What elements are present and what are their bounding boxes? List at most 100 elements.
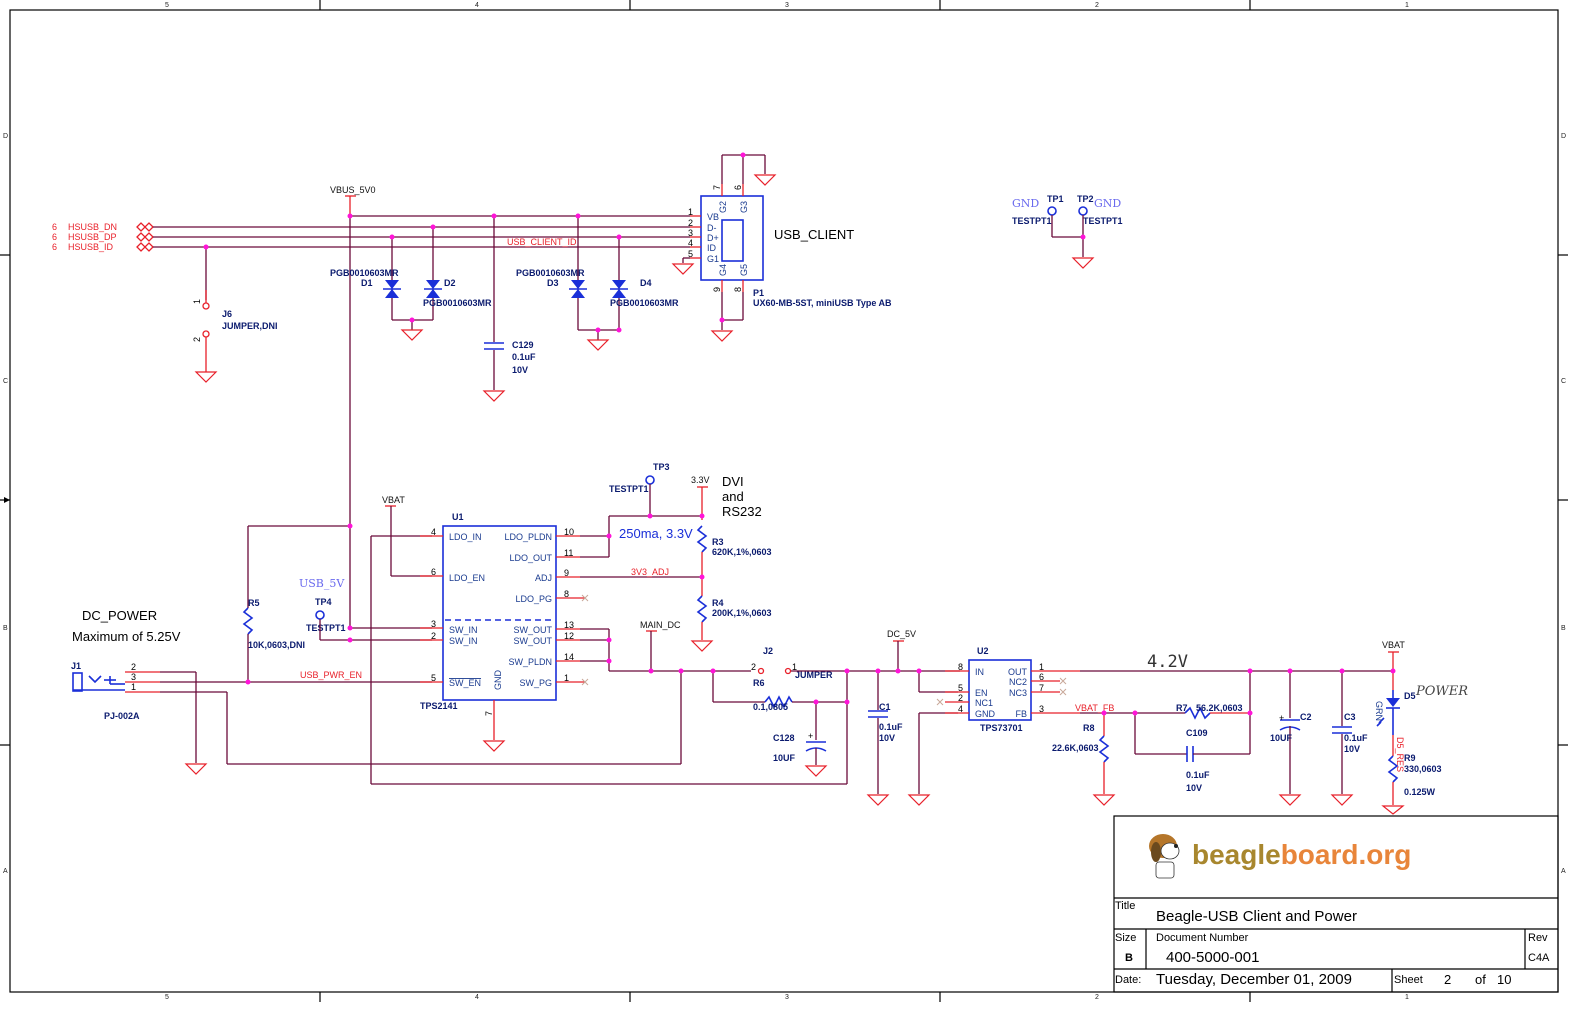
pin-name: GND <box>975 709 996 719</box>
testpoint-tp3-icon[interactable] <box>645 475 655 485</box>
no-connect-icon <box>936 698 944 706</box>
ground-icon <box>586 339 610 351</box>
c1-value: 0.1uF <box>879 722 903 732</box>
net-label-usb-pwr-en[interactable]: USB_PWR_EN <box>300 670 362 680</box>
testpoint-tp2-icon[interactable] <box>1078 206 1088 216</box>
net-label-usb-client-id[interactable]: USB_CLIENT_ID <box>507 237 577 247</box>
row-label-right: A <box>1561 868 1566 875</box>
net-label-3v3-adj[interactable]: 3V3_ADJ <box>631 567 669 577</box>
power-label-vbat: VBAT <box>382 495 405 505</box>
offpage-sheet-ref: 6 <box>52 242 57 252</box>
pin-name: G4 <box>718 264 728 276</box>
d5-color: GRN <box>1374 701 1384 721</box>
tvs-diode-d3-icon <box>569 280 587 298</box>
ldo-note-line3: RS232 <box>722 504 762 519</box>
net-label-vbat-fb[interactable]: VBAT_FB <box>1075 703 1114 713</box>
polarity-plus: + <box>1279 713 1284 723</box>
col-label-bottom: 3 <box>785 994 789 1001</box>
pin-name: D- <box>707 223 717 233</box>
pin-name: LDO_PLDN <box>504 532 552 542</box>
r8-value: 22.6K,0603 <box>1052 743 1099 753</box>
d4-part: PGB0010603MR <box>610 298 679 308</box>
ground-icon <box>907 794 931 806</box>
pin-number: 5 <box>688 249 693 259</box>
c109-voltage: 10V <box>1186 783 1202 793</box>
testpoint-tp4-icon[interactable] <box>315 610 325 620</box>
j6-pin2-icon <box>202 330 210 338</box>
resistor-r3-icon <box>696 525 708 553</box>
c1-voltage: 10V <box>879 733 895 743</box>
r5-ref: R5 <box>248 598 260 608</box>
pin-number: 11 <box>564 548 573 558</box>
power-label-main-dc: MAIN_DC <box>640 620 681 630</box>
ground-icon <box>1330 794 1354 806</box>
beagle-logo-icon <box>1149 834 1180 879</box>
ldo-note-line1: DVI <box>722 474 744 489</box>
pin-number: 8 <box>958 662 963 672</box>
no-connect-icon <box>1059 688 1067 696</box>
r6-value: 0.1,0805 <box>753 702 788 712</box>
d5-label: POWER <box>1415 684 1468 699</box>
tp1-net: GND <box>1012 197 1039 210</box>
c129-voltage: 10V <box>512 365 528 375</box>
p1-ref: P1 <box>753 288 764 298</box>
logo-wordmark: beagleboard.org <box>1192 839 1411 870</box>
size-label: Size <box>1115 932 1136 944</box>
dc-power-section: DC_POWER Maximum of 5.25V J1 2 3 1 PJ-00… <box>71 525 848 785</box>
d2-part: PGB0010603MR <box>423 298 492 308</box>
pin-name: G1 <box>707 254 719 264</box>
pin-number: 4 <box>958 704 963 714</box>
no-connect-icon <box>1059 677 1067 685</box>
pin-number: 3 <box>131 672 136 682</box>
row-label-right: D <box>1561 133 1566 140</box>
pin-name: D+ <box>707 233 719 243</box>
ground-icon <box>710 330 734 342</box>
tp2-net: GND <box>1094 197 1121 210</box>
total-sheets: 10 <box>1497 972 1511 987</box>
net-label-hsusb-dp[interactable]: HSUSB_DP <box>68 232 117 242</box>
ground-icon <box>482 390 506 402</box>
pin-name: OUT <box>1008 667 1028 677</box>
net-label-hsusb-id[interactable]: HSUSB_ID <box>68 242 114 252</box>
polarity-plus: + <box>808 731 813 741</box>
ground-icon <box>671 263 695 275</box>
ground-icon <box>753 174 777 186</box>
ground-icon <box>194 371 218 383</box>
ldo-output-section: TP3 TESTPT1 3.3V DVI and RS232 250ma, 3.… <box>609 462 772 652</box>
pin-name: SW_EN <box>449 678 481 688</box>
d1-ref: D1 <box>361 278 373 288</box>
ground-icon <box>482 740 506 752</box>
ground-icon <box>1381 805 1405 815</box>
pin-number: 7 <box>1039 683 1044 693</box>
pin-number: 6 <box>733 185 743 190</box>
date-value: Tuesday, December 01, 2009 <box>1156 971 1352 988</box>
pin-name: NC2 <box>1009 677 1027 687</box>
tp2-ref: TP2 <box>1077 194 1094 204</box>
dc-jack-icon <box>72 672 125 692</box>
p1-part: UX60-MB-5ST, miniUSB Type AB <box>753 298 892 308</box>
document-title: Beagle-USB Client and Power <box>1156 908 1357 925</box>
c128-value: 10UF <box>773 753 796 763</box>
c109-ref: C109 <box>1186 728 1208 738</box>
gnd-testpoints: GND TP1 TESTPT1 TP2 GND TESTPT1 <box>1012 194 1123 269</box>
pin-number: 5 <box>958 683 963 693</box>
power-label-vbat-out: VBAT <box>1382 640 1405 650</box>
pin-number: 3 <box>688 228 693 238</box>
u1-tps2141: U1 TPS2141 VBAT 4 6 3 2 5 LDO_IN LDO_EN … <box>382 495 751 752</box>
c109-value: 0.1uF <box>1186 770 1210 780</box>
u2-part: TPS73701 <box>980 723 1023 733</box>
resistor-r8-icon <box>1098 735 1110 763</box>
d3-part: PGB0010603MR <box>516 268 585 278</box>
pin-number: 6 <box>431 567 436 577</box>
usb-client-title: USB_CLIENT <box>774 227 854 242</box>
document-number: 400-5000-001 <box>1166 949 1259 966</box>
pin-number: 2 <box>192 337 202 342</box>
rev-label: Rev <box>1528 932 1548 944</box>
c3-ref: C3 <box>1344 712 1356 722</box>
net-label-hsusb-dn[interactable]: HSUSB_DN <box>68 222 117 232</box>
r9-power: 0.125W <box>1404 787 1436 797</box>
ground-icon <box>1278 794 1302 806</box>
testpoint-tp1-icon[interactable] <box>1047 206 1057 216</box>
pin-number: 9 <box>564 568 569 578</box>
tvs-diode-d1-icon <box>383 280 401 298</box>
